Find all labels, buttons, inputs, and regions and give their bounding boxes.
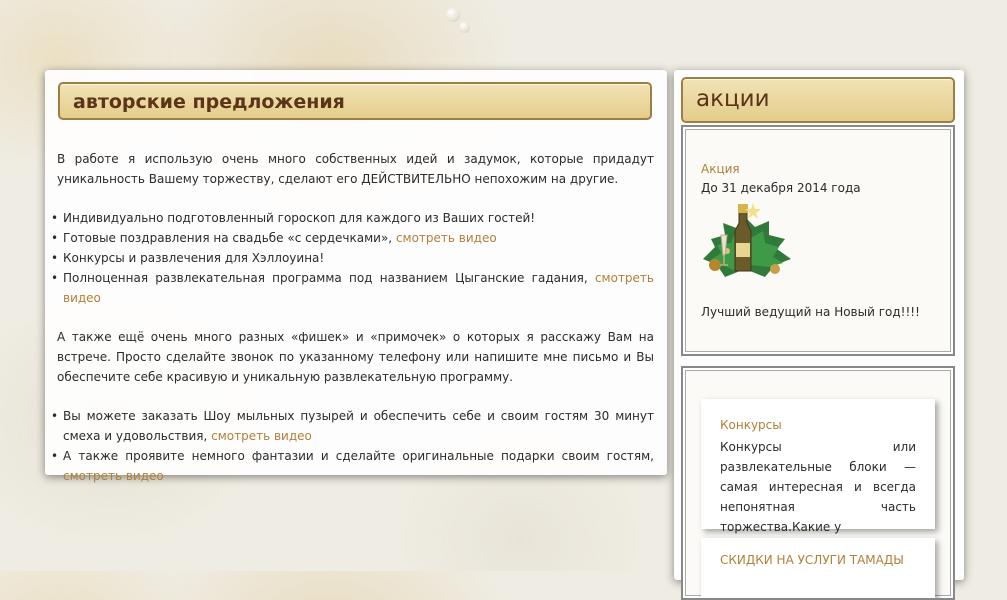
list-item: • Индивидуально подготовленный гороскоп д… bbox=[51, 211, 536, 225]
article-card: Конкурсы Конкурсы или развлекательные бл… bbox=[701, 399, 935, 534]
background-pearl bbox=[459, 22, 470, 33]
articles-box: Конкурсы Конкурсы или развлекательные бл… bbox=[681, 366, 955, 600]
details-paragraph: А также ещё очень много разных «фишек» и… bbox=[57, 330, 654, 384]
background-pearl bbox=[446, 8, 460, 22]
watch-video-link[interactable]: смотреть видео bbox=[396, 231, 497, 245]
list-item: • Конкурсы и развлечения для Хэллоуина! bbox=[51, 251, 325, 265]
promo-box: Акция До 31 декабря 2014 года Лучший вед… bbox=[681, 125, 955, 356]
sidebar-panel: акции Акция До 31 декабря 2014 года Лучш… bbox=[674, 70, 964, 600]
list-item: • Готовые поздравления на свадьбе «с серд… bbox=[51, 231, 497, 245]
article-excerpt: Конкурсы или развлекательные блоки — сам… bbox=[720, 440, 916, 534]
features-list: • Индивидуально подготовленный гороскоп д… bbox=[51, 208, 654, 308]
list-item: • Вы можете заказать Шоу мыльных пузырей … bbox=[51, 409, 654, 443]
article-title-link[interactable]: Конкурсы bbox=[720, 418, 782, 432]
page-title: авторские предложения bbox=[73, 91, 345, 113]
article-title-link[interactable]: СКИДКИ НА УСЛУГИ ТАМАДЫ bbox=[720, 553, 904, 567]
main-panel: авторские предложения В работе я использ… bbox=[45, 70, 667, 483]
article-card: СКИДКИ НА УСЛУГИ ТАМАДЫ bbox=[701, 538, 935, 598]
intro-paragraph: В работе я использую очень много собстве… bbox=[57, 152, 654, 186]
promo-description: Лучший ведущий на Новый год!!!! bbox=[701, 305, 920, 319]
list-item: • А также проявите немного фантазии и сде… bbox=[51, 449, 654, 483]
watch-video-link[interactable]: смотреть видео bbox=[211, 429, 312, 443]
champagne-image[interactable] bbox=[695, 199, 795, 281]
list-item: • Полноценная развлекательная программа п… bbox=[51, 271, 654, 305]
promo-title-link[interactable]: Акция bbox=[701, 162, 740, 176]
sidebar-title: акции bbox=[696, 86, 770, 112]
promo-date: До 31 декабря 2014 года bbox=[701, 181, 861, 195]
main-content: В работе я использую очень много собстве… bbox=[51, 149, 654, 505]
sidebar-header: акции bbox=[681, 77, 955, 123]
extras-list: • Вы можете заказать Шоу мыльных пузырей … bbox=[51, 406, 654, 486]
main-header: авторские предложения bbox=[58, 82, 652, 120]
watch-video-link[interactable]: смотреть видео bbox=[63, 469, 164, 483]
